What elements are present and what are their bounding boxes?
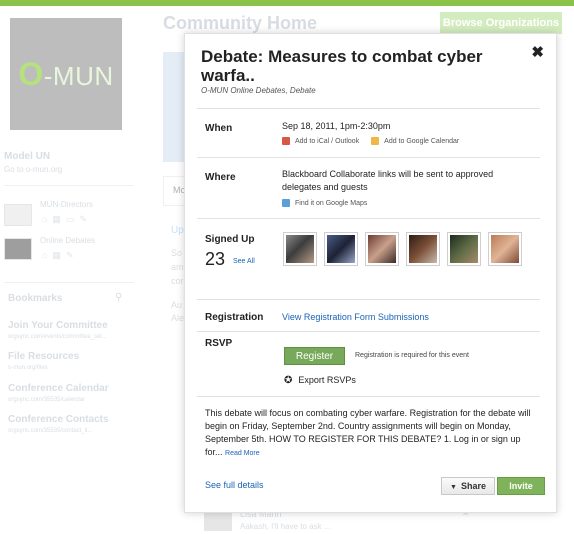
map-icon bbox=[282, 199, 290, 208]
see-all-link[interactable]: See All bbox=[233, 258, 255, 265]
event-title: Debate: Measures to combat cyber warfa.. bbox=[201, 47, 483, 85]
top-accent-bar bbox=[0, 0, 574, 6]
when-label: When bbox=[205, 123, 233, 134]
group-actions-directors[interactable]: ⌂▦▭✎ bbox=[42, 214, 92, 225]
signed-up-count: 23 bbox=[205, 249, 226, 269]
page-title: Community Home bbox=[163, 13, 318, 33]
bookmark-title[interactable]: Join Your Committee bbox=[8, 320, 108, 331]
close-icon[interactable]: ✖ bbox=[531, 43, 544, 61]
avatar[interactable] bbox=[406, 232, 440, 266]
signed-up-label: Signed Up bbox=[205, 234, 255, 245]
group-name-directors[interactable]: MUN-Directors bbox=[40, 200, 93, 209]
event-subtitle: O-MUN Online Debates, Debate bbox=[201, 86, 316, 95]
invite-button[interactable]: Invite bbox=[497, 477, 545, 495]
add-google-calendar-link[interactable]: Add to Google Calendar bbox=[384, 138, 459, 145]
link-icon[interactable]: ⚲ bbox=[115, 292, 122, 303]
group-icon-directors bbox=[4, 204, 32, 226]
browse-organizations-button[interactable]: Browse Organizations bbox=[440, 12, 562, 34]
export-rsvps-link[interactable]: ✪ Export RSVPs bbox=[284, 375, 356, 386]
avatar[interactable] bbox=[447, 232, 481, 266]
calendar-icon bbox=[282, 137, 290, 146]
upcoming-label: Up bbox=[171, 225, 184, 236]
bookmark-url: orgsync.com/35535/calendar bbox=[8, 397, 86, 403]
bookmark-url: orgsync.com/events/committee_sel... bbox=[8, 334, 107, 340]
bookmark-title[interactable]: File Resources bbox=[8, 351, 79, 362]
group-icon-online-debates bbox=[4, 238, 32, 260]
avatar[interactable] bbox=[324, 232, 358, 266]
org-name[interactable]: Model UN bbox=[4, 151, 50, 162]
attendee-avatars bbox=[283, 232, 522, 266]
chevron-down-icon: ▼ bbox=[450, 484, 457, 491]
add-ical-link[interactable]: Add to iCal / Outlook bbox=[295, 138, 359, 145]
group-actions-online-debates[interactable]: ⌂▦✎ bbox=[42, 250, 78, 261]
where-value: Blackboard Collaborate links will be sen… bbox=[282, 169, 494, 192]
when-value: Sep 18, 2011, 1pm-2:30pm bbox=[282, 121, 391, 131]
google-calendar-icon bbox=[371, 137, 380, 146]
avatar[interactable] bbox=[283, 232, 317, 266]
bookmark-url: o-mun.org/files bbox=[8, 365, 48, 371]
comment-text: Aakash, I'll have to ask ... bbox=[240, 522, 331, 531]
register-note: Registration is required for this event bbox=[355, 352, 469, 359]
bookmark-title[interactable]: Conference Calendar bbox=[8, 383, 109, 394]
event-description: This debate will focus on combating cybe… bbox=[205, 408, 531, 457]
share-button[interactable]: ▼ Share bbox=[441, 477, 495, 495]
rsvp-label: RSVP bbox=[205, 338, 233, 349]
group-name-online-debates[interactable]: Online Debates bbox=[40, 236, 95, 245]
registration-submissions-link[interactable]: View Registration Form Submissions bbox=[282, 311, 429, 324]
where-label: Where bbox=[205, 172, 236, 183]
read-more-link[interactable]: Read More bbox=[225, 450, 260, 457]
export-icon: ✪ bbox=[284, 375, 293, 386]
org-url[interactable]: Go to o-mun.org bbox=[4, 165, 62, 174]
bookmark-url: orgsync.com/35535/contact_li... bbox=[8, 428, 93, 434]
avatar[interactable] bbox=[488, 232, 522, 266]
avatar[interactable] bbox=[365, 232, 399, 266]
find-on-map-link[interactable]: Find it on Google Maps bbox=[295, 200, 367, 207]
bookmarks-title: Bookmarks bbox=[8, 293, 63, 304]
event-modal: ✖ Debate: Measures to combat cyber warfa… bbox=[184, 33, 557, 513]
org-logo: O-MUN bbox=[10, 18, 122, 130]
register-button[interactable]: Register bbox=[284, 347, 345, 365]
registration-label: Registration bbox=[205, 312, 264, 323]
bookmark-title[interactable]: Conference Contacts bbox=[8, 414, 109, 425]
see-full-details-link[interactable]: See full details bbox=[205, 480, 264, 490]
